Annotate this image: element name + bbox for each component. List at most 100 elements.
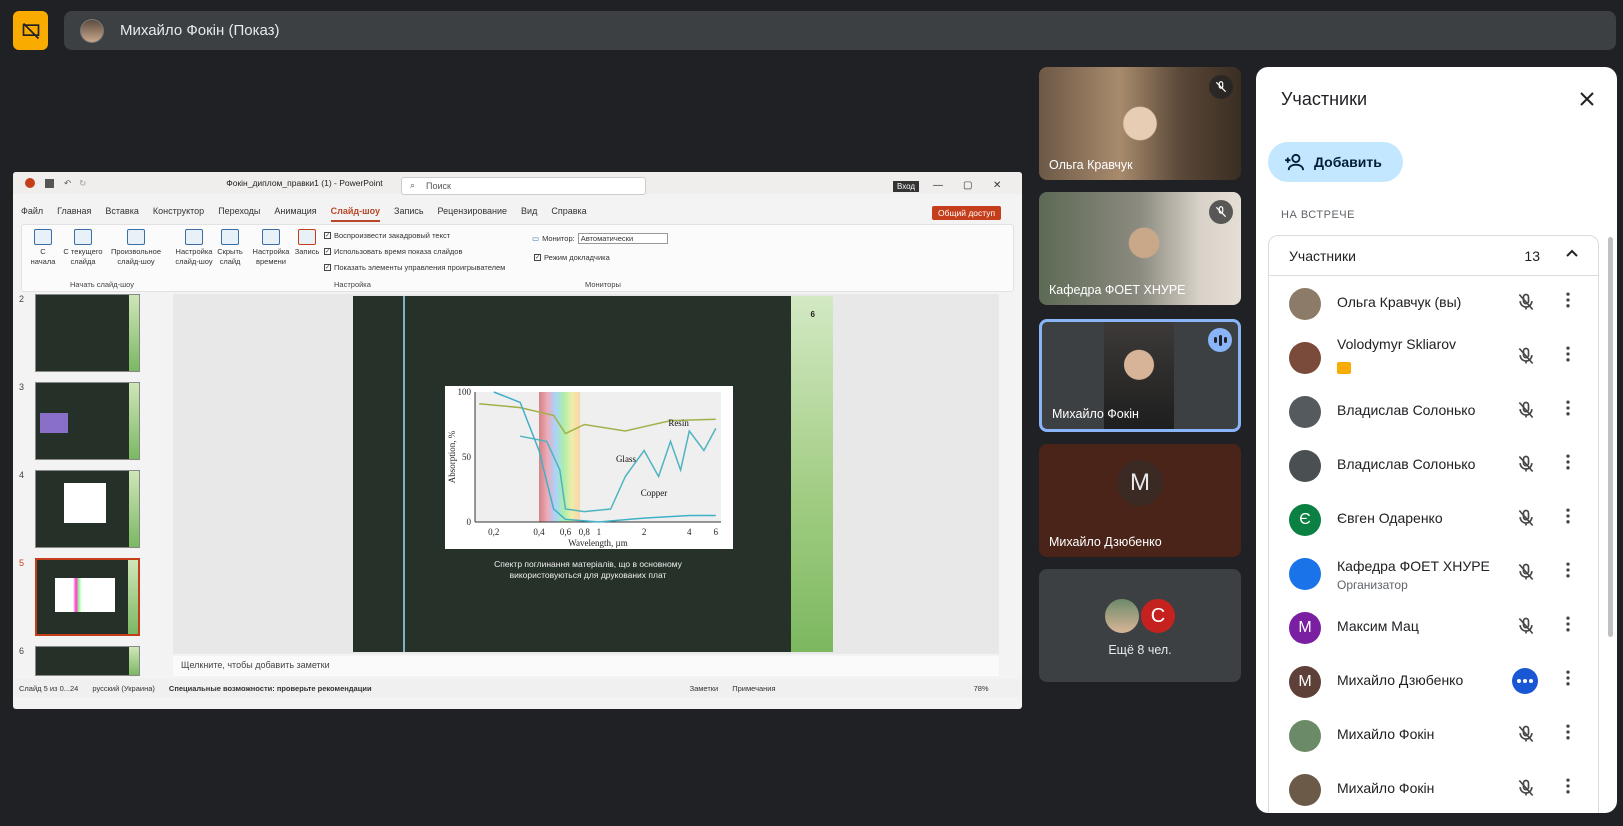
restore-icon[interactable]: ▢ — [963, 180, 972, 191]
custom-show-button[interactable]: Произвольное слайд-шоу — [108, 229, 164, 267]
visible-spectrum-band — [539, 392, 581, 522]
panel-scrollbar[interactable] — [1608, 237, 1613, 637]
slide-thumbnail[interactable] — [35, 294, 140, 372]
save-icon[interactable] — [45, 178, 54, 188]
hide-slide-label: Скрыть слайд — [217, 247, 243, 266]
mic-off-icon[interactable] — [1516, 346, 1536, 371]
group-header[interactable]: Участники 13 — [1269, 236, 1598, 276]
close-panel-button[interactable] — [1573, 85, 1601, 113]
participant-row[interactable]: Volodymyr Skliarov — [1269, 330, 1598, 386]
current-slide[interactable]: 6 0,2 0,4 0,6 0,8 1 2 4 6 0 50 100 Wavelength, µm Ab… — [353, 296, 833, 652]
hide-slide-icon — [221, 229, 239, 245]
from-start-button[interactable]: С начала — [28, 229, 58, 267]
mic-off-icon[interactable] — [1516, 508, 1536, 533]
mic-off-icon[interactable] — [1516, 400, 1536, 425]
mic-off-icon[interactable] — [1516, 562, 1536, 587]
participant-row[interactable]: M Максим Мац — [1269, 600, 1598, 656]
participant-row[interactable]: Владислав Солонько — [1269, 438, 1598, 494]
mic-off-icon[interactable] — [1516, 292, 1536, 317]
undo-icon[interactable]: ↶ — [64, 178, 71, 189]
menu-animation[interactable]: Анимация — [274, 206, 316, 222]
more-options-icon[interactable] — [1558, 614, 1578, 639]
menu-transitions[interactable]: Переходы — [218, 206, 260, 222]
participant-row[interactable]: Кафедра ФОЕТ ХНУРЕ Организатор — [1269, 546, 1598, 602]
more-options-icon[interactable] — [1558, 398, 1578, 423]
more-options-icon[interactable] — [1558, 776, 1578, 801]
speaking-indicator-icon — [1208, 328, 1232, 352]
menu-record[interactable]: Запись — [394, 206, 424, 222]
notes-field[interactable]: Щелкните, чтобы добавить заметки — [173, 656, 999, 676]
minimize-icon[interactable]: — — [933, 180, 943, 191]
presentation-title-bar[interactable]: Михайло Фокін (Показ) — [64, 11, 1616, 50]
x-tick-label: 0,4 — [533, 527, 545, 537]
more-options-icon[interactable] — [1558, 668, 1578, 693]
more-participants-tile[interactable]: C Ещё 8 чел. — [1039, 569, 1241, 682]
record-button[interactable]: Запись — [294, 229, 320, 257]
video-tile[interactable]: Кафедра ФОЕТ ХНУРЕ — [1039, 192, 1241, 305]
participant-row[interactable]: Михайло Фокін — [1269, 762, 1598, 813]
language-status[interactable]: русский (Украина) — [92, 684, 155, 693]
menu-file[interactable]: Файл — [21, 206, 43, 222]
hide-slide-button[interactable]: Скрыть слайд — [216, 229, 244, 267]
panel-title: Участники — [1281, 89, 1367, 109]
status-bar: Слайд 5 из 0...24 русский (Украина) Спец… — [13, 679, 1022, 697]
participant-row[interactable]: Михайло Фокін — [1269, 708, 1598, 764]
stop-presenting-button[interactable] — [13, 11, 48, 50]
video-tile[interactable]: M Михайло Дзюбенко — [1039, 444, 1241, 557]
monitor-label: Монитор: — [542, 234, 575, 243]
video-tile-active-speaker[interactable]: Михайло Фокін — [1039, 319, 1241, 432]
zoom-level[interactable]: 78% — [974, 684, 989, 693]
menu-review[interactable]: Рецензирование — [438, 206, 508, 222]
slide-thumbnail-selected[interactable] — [35, 558, 140, 636]
menu-slideshow[interactable]: Слайд-шоу — [330, 206, 381, 222]
setup-show-button[interactable]: Настройка слайд-шоу — [174, 229, 214, 267]
participant-row[interactable]: Владислав Солонько — [1269, 384, 1598, 440]
slide-thumbnail[interactable] — [35, 382, 140, 460]
signin-button[interactable]: Вход — [893, 181, 920, 192]
from-current-label: С текущего слайда — [63, 247, 103, 266]
thumb-number: 3 — [19, 382, 25, 392]
mic-off-icon[interactable] — [1516, 616, 1536, 641]
ppt-search-box[interactable]: ⌕ Поиск — [401, 177, 646, 195]
mic-off-icon[interactable] — [1516, 724, 1536, 749]
menu-home[interactable]: Главная — [57, 206, 91, 222]
more-options-icon[interactable] — [1558, 722, 1578, 747]
monitor-select[interactable]: Автоматически — [577, 233, 668, 244]
participant-name: Владислав Солонько — [1337, 456, 1476, 472]
more-options-icon[interactable] — [1558, 506, 1578, 531]
accessibility-status[interactable]: Специальные возможности: проверьте реком… — [169, 684, 372, 693]
participant-row[interactable]: Є Євген Одаренко — [1269, 492, 1598, 548]
from-current-button[interactable]: С текущего слайда — [62, 229, 104, 267]
timing-label: Настройка времени — [252, 247, 290, 266]
more-options-icon[interactable] — [1558, 344, 1578, 369]
notes-button[interactable]: Заметки — [690, 684, 719, 693]
video-tile[interactable]: Ольга Кравчук — [1039, 67, 1241, 180]
more-options-icon[interactable] — [1558, 452, 1578, 477]
slide-thumbnail[interactable] — [35, 646, 140, 676]
mic-off-icon[interactable] — [1516, 454, 1536, 479]
narration-checkbox[interactable]: ✓ Воспроизвести закадровый текст — [324, 231, 450, 240]
chart-svg: 0,2 0,4 0,6 0,8 1 2 4 6 0 50 100 Wavelength, µm Abso… — [447, 387, 721, 548]
redo-icon[interactable]: ↻ — [79, 178, 86, 189]
menu-design[interactable]: Конструктор — [153, 206, 204, 222]
rehearse-timing-button[interactable]: Настройка времени — [250, 229, 292, 267]
share-button[interactable]: Общий доступ — [932, 206, 1002, 220]
more-options-icon[interactable] — [1558, 290, 1578, 315]
more-options-icon[interactable] — [1558, 560, 1578, 585]
add-people-button[interactable]: Добавить — [1268, 142, 1403, 182]
mic-off-icon[interactable] — [1516, 778, 1536, 803]
timings-checkbox[interactable]: ✓ Использовать время показа слайдов — [324, 247, 462, 256]
controls-checkbox[interactable]: ✓ Показать элементы управления проигрыват… — [324, 263, 505, 272]
comments-button[interactable]: Примечания — [732, 684, 775, 693]
slide-editor[interactable]: 6 0,2 0,4 0,6 0,8 1 2 4 6 0 50 100 Wavelength, µm Ab… — [173, 294, 999, 654]
slide-thumbnail[interactable] — [35, 470, 140, 548]
menu-view[interactable]: Вид — [521, 206, 537, 222]
chevron-up-icon[interactable] — [1564, 246, 1580, 265]
presenter-view-checkbox[interactable]: ✓ Режим докладчика — [534, 253, 610, 262]
menu-help[interactable]: Справка — [551, 206, 586, 222]
menu-insert[interactable]: Вставка — [105, 206, 138, 222]
participant-row[interactable]: Ольга Кравчук (вы) — [1269, 276, 1598, 332]
participant-row[interactable]: M Михайло Дзюбенко — [1269, 654, 1598, 710]
absorption-chart: 0,2 0,4 0,6 0,8 1 2 4 6 0 50 100 Wavelength, µm Abso… — [445, 386, 733, 549]
close-window-icon[interactable]: ✕ — [993, 180, 1001, 191]
